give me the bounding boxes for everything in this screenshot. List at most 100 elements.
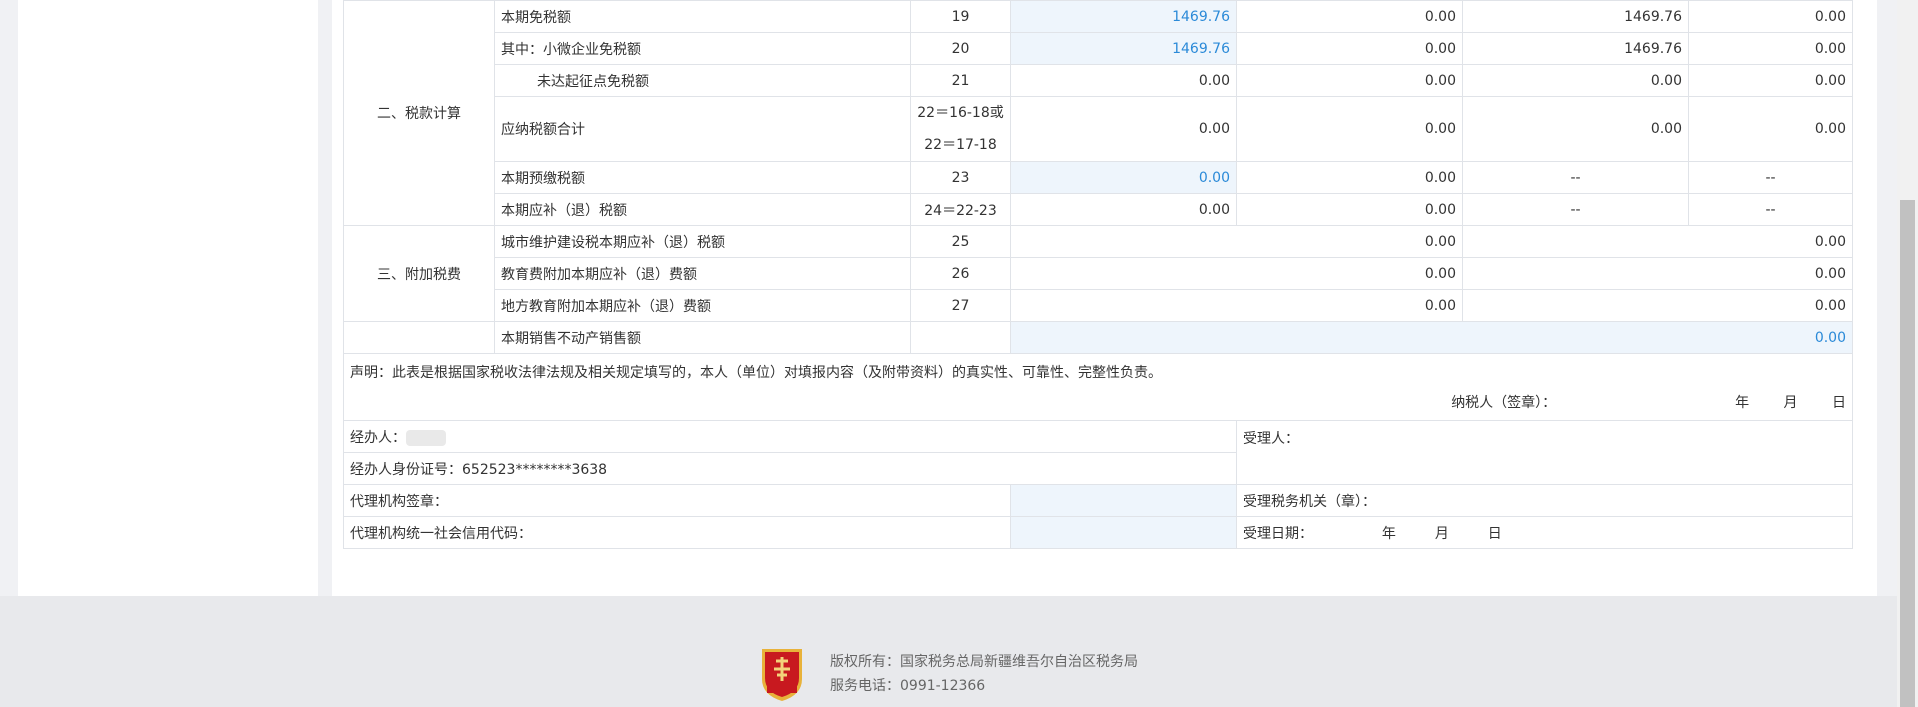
table-row: 代理机构签章： 受理税务机关（章）： bbox=[343, 484, 1853, 517]
day-label: 日 bbox=[1487, 525, 1502, 542]
amount-input[interactable]: 1469.76 bbox=[1010, 32, 1237, 65]
row-label: 其中：小微企业免税额 bbox=[494, 32, 911, 65]
agent-id-label: 经办人身份证号： bbox=[350, 461, 462, 478]
table-row: 未达起征点免税额 21 0.00 0.00 0.00 0.00 bbox=[344, 64, 1853, 97]
amount-cell: 0.00 bbox=[1236, 193, 1463, 226]
declaration-row: 声明：此表是根据国家税收法律法规及相关规定填写的，本人（单位）对填报内容（及附带… bbox=[343, 353, 1853, 421]
table-row: 本期应补（退）税额 24＝22-23 0.00 0.00 -- -- bbox=[344, 193, 1853, 226]
amount-cell: -- bbox=[1462, 193, 1689, 226]
line-number: 24＝22-23 bbox=[910, 193, 1011, 226]
row-label: 本期应补（退）税额 bbox=[494, 193, 911, 226]
declaration-text: 声明：此表是根据国家税收法律法规及相关规定填写的，本人（单位）对填报内容（及附带… bbox=[350, 365, 1162, 381]
table-row: 三、附加税费 城市维护建设税本期应补（退）税额 25 0.00 0.00 bbox=[343, 225, 1853, 322]
amount-cell: 1469.76 bbox=[1462, 0, 1689, 33]
empty-cell bbox=[910, 321, 1011, 354]
day-label: 日 bbox=[1832, 395, 1846, 411]
month-label: 月 bbox=[1434, 525, 1449, 542]
section-tax-calculation: 二、税款计算 bbox=[343, 0, 495, 226]
amount-cell: 0.00 bbox=[1236, 64, 1463, 97]
row-label: 城市维护建设税本期应补（退）税额 bbox=[494, 225, 911, 258]
accept-date-label: 受理日期： bbox=[1243, 525, 1313, 542]
left-panel bbox=[18, 0, 318, 600]
table-row: 本期预缴税额 23 0.00 0.00 -- -- bbox=[344, 161, 1853, 194]
receiver-cell: 受理人： bbox=[1236, 420, 1853, 485]
agency-code-label: 代理机构统一社会信用代码： bbox=[343, 516, 1011, 549]
tax-bureau-emblem-icon bbox=[758, 645, 806, 703]
amount-cell: 0.00 bbox=[1688, 64, 1853, 97]
scrollbar-thumb[interactable] bbox=[1900, 200, 1915, 707]
amount-cell: -- bbox=[1462, 161, 1689, 194]
amount-cell: 0.00 bbox=[1462, 257, 1853, 290]
tax-office-label: 受理税务机关（章）： bbox=[1236, 484, 1853, 517]
amount-cell: 0.00 bbox=[1010, 225, 1463, 258]
amount-cell: -- bbox=[1688, 193, 1853, 226]
agency-code-input[interactable] bbox=[1010, 516, 1237, 549]
row-label: 本期销售不动产销售额 bbox=[494, 321, 911, 354]
agent-label: 经办人： bbox=[350, 429, 406, 446]
accept-date-cell: 受理日期： 年 月 日 bbox=[1236, 516, 1853, 549]
amount-cell: 0.00 bbox=[1236, 96, 1463, 162]
agent-name: ██ bbox=[406, 429, 446, 446]
row-label: 未达起征点免税额 bbox=[494, 64, 911, 97]
receiver-label: 受理人： bbox=[1243, 431, 1299, 447]
year-label: 年 bbox=[1381, 525, 1396, 542]
declaration-cell: 声明：此表是根据国家税收法律法规及相关规定填写的，本人（单位）对填报内容（及附带… bbox=[343, 353, 1853, 421]
copyright-text: 版权所有：国家税务总局新疆维吾尔自治区税务局 bbox=[830, 654, 1138, 670]
tax-return-table: 二、税款计算 本期免税额 19 1469.76 0.00 1469.76 0.0… bbox=[343, 0, 1853, 549]
table-row: 二、税款计算 本期免税额 19 1469.76 0.00 1469.76 0.0… bbox=[343, 0, 1853, 226]
line-formula-a: 22＝16-18或 bbox=[917, 105, 1004, 121]
row-label: 地方教育附加本期应补（退）费额 bbox=[494, 289, 911, 322]
amount-cell: 0.00 bbox=[1462, 225, 1853, 258]
table-row: 应纳税额合计 22＝16-18或 22＝17-18 0.00 0.00 0.00… bbox=[344, 96, 1853, 162]
line-number: 20 bbox=[910, 32, 1011, 65]
line-number: 21 bbox=[910, 64, 1011, 97]
table-row: 其中：小微企业免税额 20 1469.76 0.00 1469.76 0.00 bbox=[344, 32, 1853, 65]
line-formula-b: 22＝17-18 bbox=[924, 137, 997, 153]
row-label: 教育费附加本期应补（退）费额 bbox=[494, 257, 911, 290]
amount-cell: -- bbox=[1688, 161, 1853, 194]
amount-cell: 0.00 bbox=[1688, 96, 1853, 162]
line-number: 25 bbox=[910, 225, 1011, 258]
row-label: 本期免税额 bbox=[494, 0, 911, 33]
amount-cell: 0.00 bbox=[1010, 193, 1237, 226]
month-label: 月 bbox=[1783, 395, 1798, 411]
taxpayer-signature-label: 纳税人（签章）： bbox=[1451, 395, 1557, 411]
amount-cell: 0.00 bbox=[1462, 64, 1689, 97]
amount-input[interactable]: 1469.76 bbox=[1010, 0, 1237, 33]
row-label: 本期预缴税额 bbox=[494, 161, 911, 194]
real-estate-sales-input[interactable]: 0.00 bbox=[1010, 321, 1853, 354]
table-row: 经办人：██ 受理人： bbox=[343, 420, 1853, 485]
empty-cell bbox=[343, 321, 495, 354]
amount-cell: 1469.76 bbox=[1462, 32, 1689, 65]
agent-id-cell: 经办人身份证号：652523********3638 bbox=[343, 452, 1237, 485]
amount-cell: 0.00 bbox=[1688, 0, 1853, 33]
amount-cell: 0.00 bbox=[1236, 32, 1463, 65]
row-label: 应纳税额合计 bbox=[494, 96, 911, 162]
line-number: 23 bbox=[910, 161, 1011, 194]
year-label: 年 bbox=[1735, 395, 1750, 411]
agency-seal-input[interactable] bbox=[1010, 484, 1237, 517]
line-number: 19 bbox=[910, 0, 1011, 33]
amount-cell: 0.00 bbox=[1462, 289, 1853, 322]
agent-id-value: 652523********3638 bbox=[462, 461, 608, 478]
amount-cell: 0.00 bbox=[1688, 32, 1853, 65]
amount-cell: 0.00 bbox=[1236, 0, 1463, 33]
line-number: 27 bbox=[910, 289, 1011, 322]
amount-cell: 0.00 bbox=[1462, 96, 1689, 162]
table-row: 代理机构统一社会信用代码： 受理日期： 年 月 日 bbox=[343, 516, 1853, 549]
amount-cell: 0.00 bbox=[1236, 161, 1463, 194]
table-row: 本期销售不动产销售额 0.00 bbox=[343, 321, 1853, 354]
taxpayer-signature: 纳税人（签章）： 年 月 日 bbox=[1451, 392, 1846, 412]
amount-cell: 0.00 bbox=[1010, 289, 1463, 322]
amount-cell: 0.00 bbox=[1010, 96, 1237, 162]
line-number: 22＝16-18或 22＝17-18 bbox=[910, 96, 1011, 162]
table-row: 教育费附加本期应补（退）费额 26 0.00 0.00 bbox=[344, 257, 1853, 290]
table-row: 地方教育附加本期应补（退）费额 27 0.00 0.00 bbox=[344, 289, 1853, 322]
amount-cell: 0.00 bbox=[1010, 64, 1237, 97]
section-surcharges: 三、附加税费 bbox=[343, 225, 495, 322]
line-number: 26 bbox=[910, 257, 1011, 290]
amount-input[interactable]: 0.00 bbox=[1010, 161, 1237, 194]
amount-cell: 0.00 bbox=[1010, 257, 1463, 290]
service-phone: 服务电话：0991-12366 bbox=[830, 678, 986, 694]
agent-cell: 经办人：██ bbox=[343, 420, 1237, 453]
